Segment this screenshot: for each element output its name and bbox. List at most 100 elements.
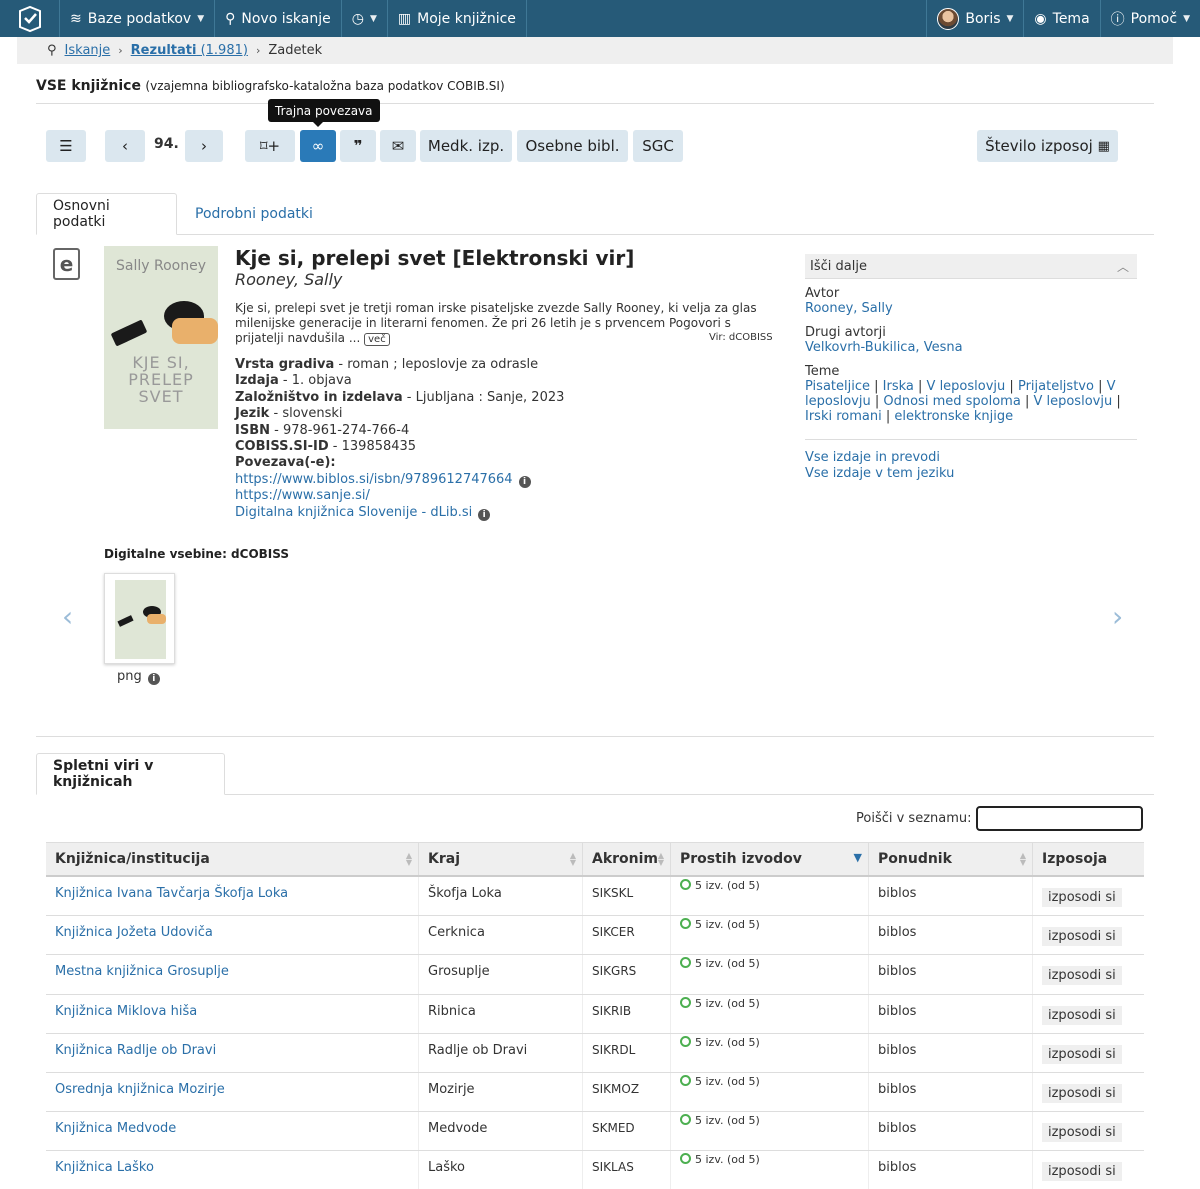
topic-link[interactable]: elektronske knjige (894, 409, 1013, 424)
cell-free-copies: 5 izv. (od 5) (671, 916, 869, 955)
cell-library: Mestna knjižnica Grosuplje (46, 955, 419, 994)
column-header-library[interactable]: Knjižnica/institucija ▲ ▼ (46, 843, 419, 875)
topic-separator: | (874, 379, 879, 394)
column-header-code[interactable]: Akronim ▲ ▼ (583, 843, 671, 875)
chevron-down-icon: ▼ (1006, 13, 1014, 24)
field-row: Povezava(-e): (235, 455, 564, 471)
cite-button[interactable]: ❞ (340, 130, 376, 162)
databases-menu[interactable]: ≋ Baze podatkov ▼ (60, 0, 216, 37)
permalink-button[interactable]: ∞ (300, 130, 336, 162)
list-search-label: Poišči v seznamu: (856, 811, 972, 826)
borrow-button[interactable]: izposodi si (1042, 1044, 1122, 1064)
biblos-link[interactable]: https://www.biblos.si/isbn/9789612747664 (235, 472, 513, 487)
search-further-header[interactable]: Išči dalje ︿ (805, 254, 1137, 279)
borrow-button[interactable]: izposodi si (1042, 1162, 1122, 1182)
digital-content-label: Digitalne vsebine: dCOBISS (104, 547, 290, 561)
topic-link[interactable]: Prijateljstvo (1018, 379, 1094, 394)
table-body: Knjižnica Ivana Tavčarja Škofja Loka Ško… (46, 877, 1144, 1189)
interlibrary-loan-button[interactable]: Medk. izp. (420, 130, 512, 162)
topic-link[interactable]: Irski romani (805, 409, 882, 424)
user-menu[interactable]: Boris ▼ (926, 0, 1023, 37)
list-view-button[interactable]: ☰ (46, 130, 86, 162)
borrow-button[interactable]: izposodi si (1042, 1005, 1122, 1025)
book-cover[interactable]: Sally Rooney KJE SI, PRELEP SVET (104, 246, 218, 429)
library-link[interactable]: Knjižnica Radlje ob Dravi (55, 1043, 216, 1058)
sort-icon: ▲ ▼ (405, 851, 412, 867)
library-link[interactable]: Osrednja knjižnica Mozirje (55, 1082, 225, 1097)
tab-basic-data[interactable]: Osnovni podatki (36, 193, 177, 235)
column-header-free-copies[interactable]: Prostih izvodov ▼ (671, 843, 869, 875)
help-menu[interactable]: ⓘ Pomoč ▼ (1099, 0, 1200, 37)
library-link[interactable]: Knjižnica Miklova hiša (55, 1004, 197, 1019)
cell-library: Osrednja knjižnica Mozirje (46, 1072, 419, 1112)
my-libraries-link[interactable]: ▥ Moje knjižnice (388, 0, 527, 37)
topic-link[interactable]: Irska (883, 379, 914, 394)
field-label: Povezava(-e): (235, 455, 336, 471)
loan-count-button[interactable]: Število izposoj ▦ (977, 130, 1118, 162)
sgc-button[interactable]: SGC (633, 130, 683, 162)
place-text: Radlje ob Dravi (428, 1042, 528, 1058)
field-row: Izdaja - 1. objava (235, 373, 564, 389)
carousel-next-icon[interactable]: › (1112, 600, 1123, 633)
info-icon[interactable]: i (147, 673, 160, 685)
sanje-link[interactable]: https://www.sanje.si/ (235, 488, 370, 503)
available-circle-icon (680, 1153, 691, 1165)
all-editions-link[interactable]: Vse izdaje in prevodi (805, 450, 940, 465)
free-copies-text: 5 izv. (od 5) (695, 1035, 760, 1049)
borrow-button[interactable]: izposodi si (1042, 1083, 1122, 1103)
topic-link[interactable]: V leposlovju (927, 379, 1006, 394)
databases-label: Baze podatkov (87, 10, 192, 27)
library-link[interactable]: Knjižnica Medvode (55, 1121, 176, 1136)
theme-menu[interactable]: ◉ Tema (1023, 0, 1099, 37)
cell-code: SIKMOZ (583, 1072, 671, 1112)
topic-separator: | (1009, 379, 1014, 394)
info-icon[interactable]: i (518, 475, 531, 488)
more-button[interactable]: več (364, 333, 390, 346)
field-label: COBISS.SI-ID (235, 439, 329, 455)
topic-link[interactable]: V leposlovju (1033, 394, 1112, 409)
library-link[interactable]: Knjižnica Laško (55, 1160, 154, 1175)
library-link[interactable]: Knjižnica Ivana Tavčarja Škofja Loka (55, 886, 288, 901)
place-text: Mozirje (428, 1081, 475, 1097)
borrow-button[interactable]: izposodi si (1042, 927, 1122, 947)
topic-link[interactable]: Pisateljice (805, 379, 870, 394)
tab-detailed-data[interactable]: Podrobni podatki (179, 193, 329, 235)
cell-library: Knjižnica Medvode (46, 1112, 419, 1151)
borrow-button[interactable]: izposodi si (1042, 888, 1122, 907)
available-circle-icon (680, 957, 691, 969)
side-other-link[interactable]: Velkovrh-Bukilica, Vesna (805, 340, 963, 355)
cell-free-copies: 5 izv. (od 5) (671, 1151, 869, 1189)
previous-record-button[interactable]: ‹ (105, 130, 145, 162)
cobiss-logo[interactable] (0, 0, 60, 37)
column-header-place[interactable]: Kraj ▲ ▼ (419, 843, 583, 875)
breadcrumb-results-link[interactable]: Rezultati (1.981) (131, 43, 248, 58)
field-row: Založništvo in izdelava - Ljubljana : Sa… (235, 390, 564, 406)
history-menu[interactable]: ◷ ▼ (342, 0, 388, 37)
side-author-link[interactable]: Rooney, Sally (805, 301, 893, 316)
provider-text: biblos (878, 1160, 917, 1176)
provider-text: biblos (878, 925, 917, 941)
new-search-link[interactable]: ⚲ Novo iskanje (215, 0, 342, 37)
carousel-prev-icon[interactable]: ‹ (62, 600, 73, 633)
field-row: ISBN - 978-961-274-766-4 (235, 423, 564, 439)
chevron-right-icon: › (118, 44, 123, 57)
next-record-button[interactable]: › (185, 130, 223, 162)
add-bookmark-button[interactable]: ⌑+ (245, 130, 295, 162)
breadcrumb-search-link[interactable]: Iskanje (65, 43, 111, 58)
cell-code: SIKLAS (583, 1151, 671, 1189)
column-header-provider[interactable]: Ponudnik ▲ ▼ (869, 843, 1033, 875)
library-link[interactable]: Mestna knjižnica Grosuplje (55, 964, 229, 979)
topic-link[interactable]: Odnosi med spoloma (883, 394, 1020, 409)
borrow-button[interactable]: izposodi si (1042, 1123, 1122, 1143)
dlib-link[interactable]: Digitalna knjižnica Slovenije - dLib.si (235, 505, 472, 520)
digital-thumbnail[interactable] (104, 573, 175, 664)
info-icon[interactable]: i (478, 508, 491, 521)
borrow-button[interactable]: izposodi si (1042, 966, 1122, 986)
top-navbar: ≋ Baze podatkov ▼ ⚲ Novo iskanje ◷ ▼ ▥ M… (0, 0, 1200, 37)
personal-bibliography-button[interactable]: Osebne bibl. (517, 130, 628, 162)
library-link[interactable]: Knjižnica Jožeta Udoviča (55, 925, 213, 940)
language-editions-link[interactable]: Vse izdaje v tem jeziku (805, 466, 954, 481)
list-search-input[interactable] (976, 806, 1143, 831)
tab-online-resources[interactable]: Spletni viri v knjižnicah (36, 753, 225, 795)
email-button[interactable]: ✉ (380, 130, 416, 162)
